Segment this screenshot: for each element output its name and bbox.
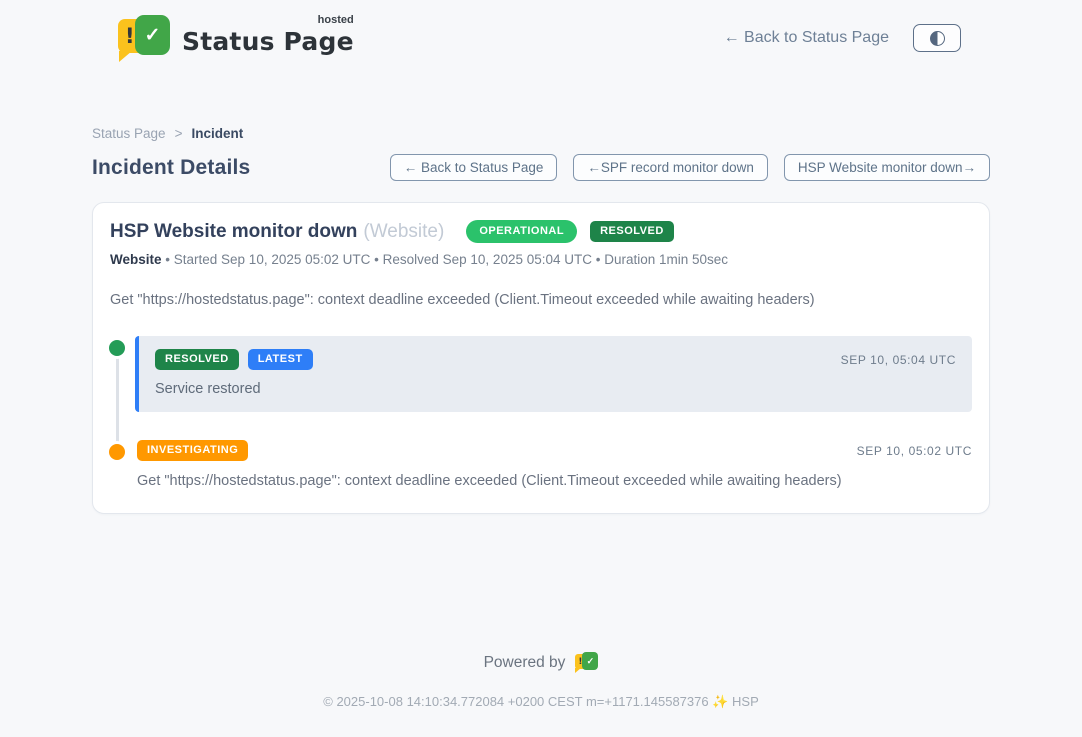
contrast-icon <box>930 31 945 46</box>
footer: Powered by ! ✓ © 2025-10-08 14:10:34.772… <box>0 652 1082 710</box>
powered-by-label: Powered by <box>484 654 566 672</box>
timeline-entry-head: RESOLVED LATEST SEP 10, 05:04 UTC <box>155 349 956 370</box>
status-page-logo-icon: ! ✓ <box>118 15 170 61</box>
timeline-message: Get "https://hostedstatus.page": context… <box>135 473 972 489</box>
timeline-timestamp: SEP 10, 05:04 UTC <box>841 353 956 367</box>
resolved-state-badge: RESOLVED <box>590 221 674 242</box>
prev-incident-button[interactable]: ←SPF record monitor down <box>573 154 768 181</box>
incident-meta: Website • Started Sep 10, 2025 05:02 UTC… <box>110 252 972 267</box>
logo-check-icon: ✓ <box>582 652 598 670</box>
incident-card-header: HSP Website monitor down (Website) OPERA… <box>110 220 972 243</box>
timeline-timestamp: SEP 10, 05:02 UTC <box>857 444 972 458</box>
timeline-message: Service restored <box>155 381 956 397</box>
breadcrumb-incident: Incident <box>191 126 243 141</box>
incident-description: Get "https://hostedstatus.page": context… <box>110 292 972 308</box>
breadcrumb-separator: > <box>175 126 183 141</box>
timeline-entry-investigating: INVESTIGATING SEP 10, 05:02 UTC Get "htt… <box>135 440 972 489</box>
copyright-line: © 2025-10-08 14:10:34.772084 +0200 CEST … <box>0 694 1082 710</box>
powered-by: Powered by ! ✓ <box>0 652 1082 674</box>
incident-title: HSP Website monitor down <box>110 221 357 243</box>
breadcrumb: Status Page > Incident <box>92 126 990 141</box>
incident-nav-buttons: ← Back to Status Page ←SPF record monito… <box>390 154 990 181</box>
timeline-entry-box: RESOLVED LATEST SEP 10, 05:04 UTC Servic… <box>135 336 972 412</box>
incident-component: Website <box>110 252 162 267</box>
latest-badge: LATEST <box>248 349 313 370</box>
header-right: ← Back to Status Page <box>724 24 961 52</box>
investigating-badge: INVESTIGATING <box>137 440 248 461</box>
incident-card: HSP Website monitor down (Website) OPERA… <box>92 202 990 514</box>
timeline-dot-resolved <box>109 340 125 356</box>
logo-hosted-label: hosted <box>318 14 354 26</box>
logo-text: hosted Status Page <box>182 21 354 56</box>
breadcrumb-status-page[interactable]: Status Page <box>92 126 166 141</box>
title-row: Incident Details ← Back to Status Page ←… <box>92 154 990 181</box>
timeline-entry-head: INVESTIGATING SEP 10, 05:02 UTC <box>135 440 972 461</box>
main-content: Status Page > Incident Incident Details … <box>92 76 990 514</box>
status-page-mini-logo-icon[interactable]: ! ✓ <box>575 652 598 674</box>
incident-meta-details: • Started Sep 10, 2025 05:02 UTC • Resol… <box>165 252 728 267</box>
operational-status-badge: OPERATIONAL <box>466 220 577 243</box>
incident-timeline: RESOLVED LATEST SEP 10, 05:04 UTC Servic… <box>110 336 972 489</box>
status-page-logo[interactable]: ! ✓ hosted Status Page <box>118 15 354 61</box>
timeline-entry-resolved: RESOLVED LATEST SEP 10, 05:04 UTC Servic… <box>135 336 972 412</box>
header: ! ✓ hosted Status Page ← Back to Status … <box>0 0 1082 76</box>
resolved-badge: RESOLVED <box>155 349 239 370</box>
logo-check-icon: ✓ <box>135 15 170 55</box>
logo-brand-name: Status Page <box>182 27 354 56</box>
back-to-status-page-link[interactable]: ← Back to Status Page <box>724 29 889 47</box>
incident-scope: (Website) <box>363 221 444 243</box>
next-incident-button[interactable]: HSP Website monitor down→ <box>784 154 990 181</box>
timeline-dot-investigating <box>109 444 125 460</box>
page-title: Incident Details <box>92 156 250 180</box>
back-to-status-page-button[interactable]: ← Back to Status Page <box>390 154 558 181</box>
theme-toggle-button[interactable] <box>913 24 961 52</box>
timeline-connector-line <box>116 350 119 444</box>
